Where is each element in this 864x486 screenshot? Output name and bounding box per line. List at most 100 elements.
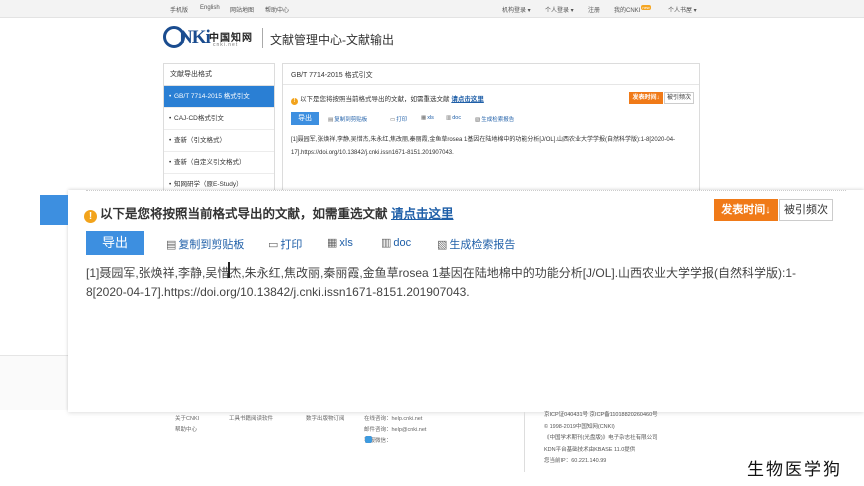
footer-tools-link[interactable]: 工具书籍阅读软件 bbox=[229, 414, 273, 422]
citation-text: [1]聂园军,张焕祥,李静,吴惜杰,朱永红,焦改丽,秦丽霞,金鱼草rosea 1… bbox=[291, 137, 676, 156]
english-link[interactable]: English bbox=[200, 5, 220, 11]
sidebar-item-novelty-custom[interactable]: • 查新（自定义引文格式） bbox=[164, 152, 274, 174]
zoom-export-button[interactable]: 导出 bbox=[86, 231, 144, 255]
tool-label: xls bbox=[339, 237, 353, 249]
register-link[interactable]: 注册 bbox=[588, 5, 600, 14]
clipboard-icon: ▤ bbox=[166, 239, 177, 251]
xls-icon: ▦ bbox=[421, 115, 427, 121]
notice-label: 以下是您将按照当前格式导出的文献，如需重选文献 bbox=[300, 96, 450, 103]
export-panel: GB/T 7714-2015 格式引文 ! 以下是您将按照当前格式导出的文献，如需… bbox=[282, 63, 700, 193]
background-strip bbox=[0, 355, 68, 410]
footer-about-link[interactable]: 关于CNKI bbox=[175, 414, 199, 422]
tool-label: doc bbox=[393, 237, 412, 249]
sidebar-item-cajcd[interactable]: • CAJ-CD格式引文 bbox=[164, 108, 274, 130]
panel-title: GB/T 7714-2015 格式引文 bbox=[291, 72, 373, 79]
footer-ip: 您当前IP：60.221.140.99 bbox=[544, 458, 607, 464]
help-link[interactable]: 帮助中心 bbox=[265, 5, 289, 14]
zoom-xls-button[interactable]: ▦ xls bbox=[327, 236, 353, 249]
panel-divider bbox=[283, 84, 699, 85]
zoom-copy-clipboard-button[interactable]: ▤ 复制到剪贴板 bbox=[166, 236, 244, 252]
sitemap-link[interactable]: 网站地图 bbox=[230, 5, 254, 14]
warning-icon: ! bbox=[84, 210, 97, 223]
sort-cited-button[interactable]: 被引频次 bbox=[664, 92, 694, 104]
tool-label: 复制到剪贴板 bbox=[334, 117, 368, 123]
printer-icon: ▭ bbox=[390, 117, 396, 123]
bullet-icon: • bbox=[169, 115, 172, 122]
sidebar-item-label: GB/T 7714-2015 格式引文 bbox=[174, 93, 250, 100]
org-login-link[interactable]: 机构登录 ▾ bbox=[502, 5, 531, 14]
doc-icon: ▥ bbox=[446, 115, 452, 121]
footer-email: 邮件咨询：help@cnki.net bbox=[364, 427, 427, 433]
zoom-dotted-edge bbox=[86, 190, 846, 191]
tool-label: 生成检索报告 bbox=[449, 239, 516, 251]
bullet-icon: • bbox=[169, 93, 172, 100]
logo-letters: NKi bbox=[179, 27, 211, 48]
logo-domain: cnki.net bbox=[213, 42, 239, 48]
zoom-doc-button[interactable]: ▥ doc bbox=[381, 236, 411, 249]
bullet-icon: • bbox=[169, 137, 172, 144]
zoom-notice-text: ! 以下是您将按照当前格式导出的文献，如需重选文献 请点击这里 bbox=[84, 203, 454, 223]
arrow-down-icon: ↓ bbox=[656, 95, 660, 101]
arrow-down-icon: ↓ bbox=[765, 204, 771, 216]
footer-help-link[interactable]: 帮助中心 bbox=[175, 425, 197, 433]
footer-icp: 京ICP证040431号 京ICP备11018820260460号 bbox=[544, 412, 658, 418]
footer-pay-link[interactable]: 数字出版物订阅 bbox=[306, 414, 345, 422]
footer-kbase: KDN平台基础技术由KBASE 11.0提供 bbox=[544, 446, 636, 453]
report-icon: ▧ bbox=[475, 117, 481, 123]
clipboard-icon: ▤ bbox=[328, 117, 334, 123]
tool-label: xls bbox=[427, 115, 434, 121]
sidebar-item-gbt7714[interactable]: • GB/T 7714-2015 格式引文 bbox=[164, 86, 274, 108]
sidebar-item-novelty-cite[interactable]: • 查新（引文格式） bbox=[164, 130, 274, 152]
footer-copyright: © 1998-2019中国知网(CNKI) bbox=[544, 423, 615, 430]
print-button[interactable]: ▭打印 bbox=[390, 115, 407, 123]
personal-login-link[interactable]: 个人登录 ▾ bbox=[545, 5, 574, 14]
mobile-link[interactable]: 手机版 bbox=[170, 5, 188, 14]
tool-label: 打印 bbox=[396, 117, 408, 123]
report-button[interactable]: ▧生成检索报告 bbox=[475, 115, 514, 123]
tool-label: doc bbox=[452, 115, 462, 121]
sort-publish-time-button[interactable]: 发表时间↓ bbox=[629, 92, 663, 104]
page-title: 文献管理中心-文献输出 bbox=[270, 33, 394, 47]
wechat-icon[interactable] bbox=[365, 436, 372, 443]
header-divider bbox=[262, 28, 263, 48]
footer-divider bbox=[524, 412, 525, 472]
top-nav-bar: 手机版 English 网站地图 帮助中心 机构登录 ▾ 个人登录 ▾ 注册 我… bbox=[0, 0, 864, 18]
tool-label: 生成检索报告 bbox=[481, 117, 515, 123]
doc-icon: ▥ bbox=[381, 237, 392, 249]
footer-legal: 京ICP证040431号 京ICP备11018820260460号 © 1998… bbox=[544, 410, 658, 468]
sidebar-item-label: CAJ-CD格式引文 bbox=[174, 115, 224, 122]
my-cnki-link[interactable]: 我的CNKInew bbox=[614, 5, 651, 14]
text-cursor-icon bbox=[228, 262, 230, 278]
sidebar-item-label: 查新（引文格式） bbox=[174, 137, 226, 144]
bullet-icon: • bbox=[169, 159, 172, 166]
zoom-active-indicator bbox=[40, 195, 68, 225]
report-icon: ▧ bbox=[437, 239, 448, 251]
zoom-print-button[interactable]: ▭ 打印 bbox=[268, 236, 302, 252]
new-badge: new bbox=[641, 5, 651, 10]
printer-icon: ▭ bbox=[268, 239, 279, 251]
zoom-report-button[interactable]: ▧ 生成检索报告 bbox=[437, 236, 515, 252]
copy-clipboard-button[interactable]: ▤复制到剪贴板 bbox=[328, 115, 367, 123]
zoom-citation-text: [1]聂园军,张焕祥,李静,吴惜杰,朱永红,焦改丽,秦丽霞,金鱼草rosea 1… bbox=[86, 266, 797, 299]
notice-text: ! 以下是您将按照当前格式导出的文献，如需重选文献 请点击这里 bbox=[291, 93, 484, 105]
zoom-notice-label: 以下是您将按照当前格式导出的文献，如需重选文献 bbox=[100, 207, 388, 221]
export-button[interactable]: 导出 bbox=[291, 112, 319, 125]
tool-label: 复制到剪贴板 bbox=[178, 239, 245, 251]
tool-label: 打印 bbox=[280, 239, 303, 251]
sidebar-title: 文献导出格式 bbox=[164, 64, 274, 86]
watermark-text: 生物医学狗 bbox=[747, 460, 842, 479]
xls-icon: ▦ bbox=[327, 237, 338, 249]
personal-book-link[interactable]: 个人书屋 ▾ bbox=[668, 5, 697, 14]
reselect-link[interactable]: 请点击这里 bbox=[451, 96, 484, 103]
warning-icon: ! bbox=[291, 98, 298, 105]
format-sidebar: 文献导出格式 • GB/T 7714-2015 格式引文 • CAJ-CD格式引文 … bbox=[163, 63, 275, 196]
zoom-reselect-link[interactable]: 请点击这里 bbox=[391, 207, 454, 221]
xls-button[interactable]: ▦xls bbox=[421, 115, 434, 121]
footer-publisher: 《中国学术期刊(光盘版)》电子杂志社有限公司 bbox=[544, 435, 658, 441]
doc-button[interactable]: ▥doc bbox=[446, 115, 461, 121]
zoom-sort-cited-button[interactable]: 被引频次 bbox=[779, 199, 833, 221]
sidebar-item-label: 查新（自定义引文格式） bbox=[174, 159, 246, 166]
my-cnki-label: 我的CNKI bbox=[614, 8, 641, 14]
footer-online-consult: 在线咨询：help.cnki.net bbox=[364, 416, 423, 422]
zoom-sort-publish-time-button[interactable]: 发表时间↓ bbox=[714, 199, 778, 221]
